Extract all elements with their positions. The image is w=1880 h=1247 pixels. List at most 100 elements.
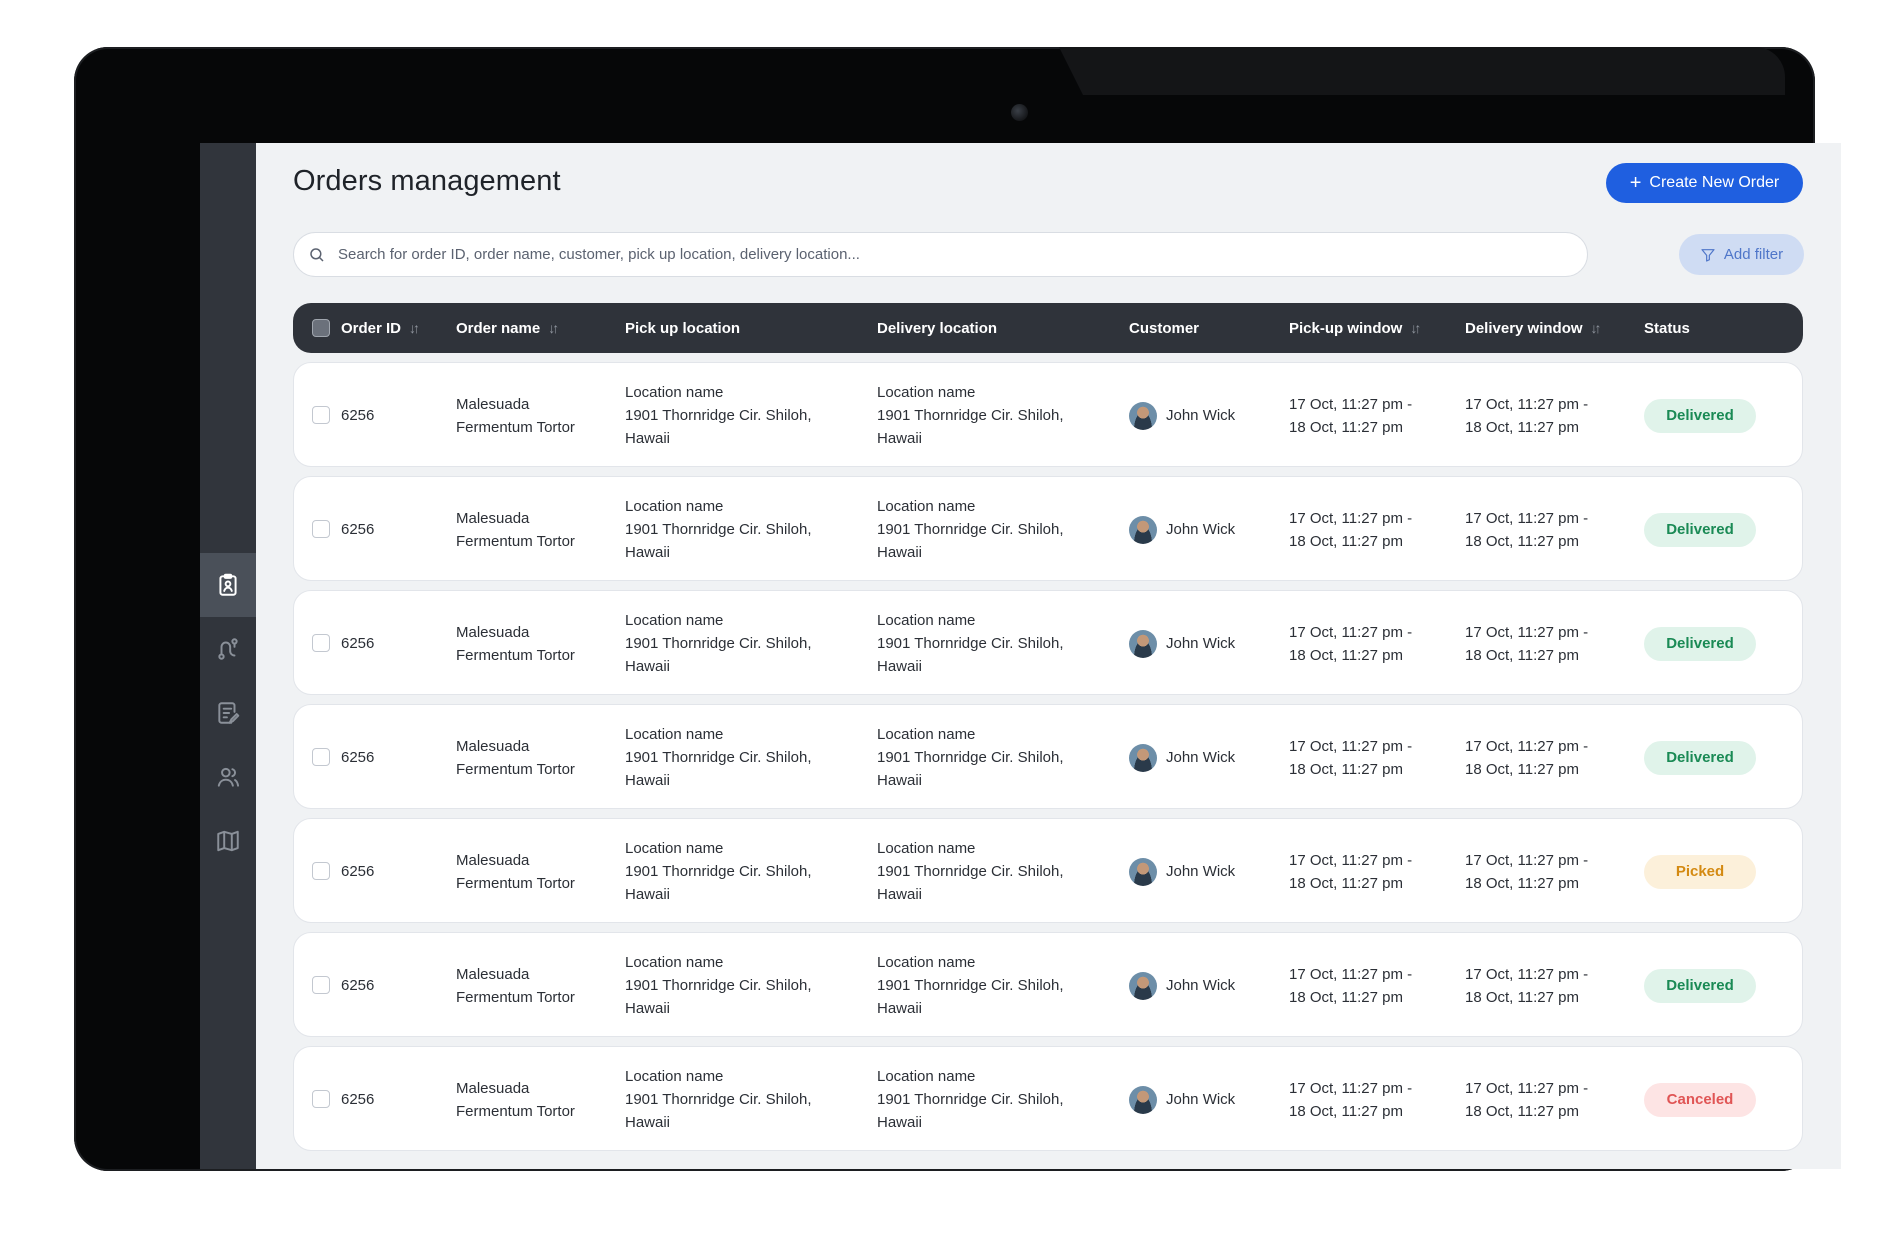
pickup-window-cell: 17 Oct, 11:27 pm - 18 Oct, 11:27 pm xyxy=(1289,819,1412,924)
status-cell: Delivered xyxy=(1644,477,1756,582)
bezel-reflection xyxy=(1059,47,1785,95)
column-customer: Customer xyxy=(1129,303,1199,353)
app-screen: Orders management + Create New Order Add… xyxy=(200,143,1841,1169)
location-address: 1901 Thornridge Cir. Shiloh, xyxy=(625,749,812,766)
window-end: 18 Oct, 11:27 pm xyxy=(1465,532,1579,550)
location-state: Hawaii xyxy=(877,430,923,447)
window-start: 17 Oct, 11:27 pm - xyxy=(1465,737,1589,755)
delivery-location-cell: Location name 1901 Thornridge Cir. Shilo… xyxy=(877,819,1064,924)
status-cell: Delivered xyxy=(1644,705,1756,810)
row-checkbox[interactable] xyxy=(312,634,330,652)
table-row[interactable]: 6256 Malesuada Fermentum Tortor Location… xyxy=(293,704,1803,809)
customer-name: John Wick xyxy=(1166,521,1236,538)
table-row[interactable]: 6256 Malesuada Fermentum Tortor Location… xyxy=(293,932,1803,1037)
customer-cell: John Wick xyxy=(1129,591,1235,696)
order-id: 6256 xyxy=(341,977,375,994)
order-name-cell: Malesuada Fermentum Tortor xyxy=(456,819,575,924)
location-name: Location name xyxy=(877,1068,976,1085)
table-row[interactable]: 6256 Malesuada Fermentum Tortor Location… xyxy=(293,818,1803,923)
sidebar-item-users[interactable] xyxy=(200,745,256,809)
plus-icon: + xyxy=(1629,172,1642,194)
sort-icon[interactable]: ↓↑ xyxy=(1410,320,1421,336)
sort-icon[interactable]: ↓↑ xyxy=(1591,320,1602,336)
window-start: 17 Oct, 11:27 pm - xyxy=(1289,737,1413,755)
sort-icon[interactable]: ↓↑ xyxy=(548,320,559,336)
row-checkbox[interactable] xyxy=(312,862,330,880)
delivery-location-cell: Location name 1901 Thornridge Cir. Shilo… xyxy=(877,705,1064,810)
sidebar-item-routes[interactable] xyxy=(200,617,256,681)
window-end: 18 Oct, 11:27 pm xyxy=(1465,874,1579,892)
window-start: 17 Oct, 11:27 pm - xyxy=(1465,851,1589,869)
location-state: Hawaii xyxy=(877,772,923,789)
delivery-window-cell: 17 Oct, 11:27 pm - 18 Oct, 11:27 pm xyxy=(1465,477,1588,582)
column-label: Pick up location xyxy=(625,319,741,337)
window-start: 17 Oct, 11:27 pm - xyxy=(1289,851,1413,869)
pickup-window-cell: 17 Oct, 11:27 pm - 18 Oct, 11:27 pm xyxy=(1289,477,1412,582)
route-icon xyxy=(218,638,238,660)
order-id-cell: 6256 xyxy=(341,705,374,810)
table-row[interactable]: 6256 Malesuada Fermentum Tortor Location… xyxy=(293,362,1803,467)
customer-cell: John Wick xyxy=(1129,1047,1235,1152)
row-checkbox[interactable] xyxy=(312,1090,330,1108)
pickup-window-cell: 17 Oct, 11:27 pm - 18 Oct, 11:27 pm xyxy=(1289,933,1412,1038)
sort-icon[interactable]: ↓↑ xyxy=(409,320,420,336)
order-name-line: Fermentum Tortor xyxy=(456,418,575,436)
table-header: Order ID ↓↑ Order name ↓↑ Pick up locati… xyxy=(293,303,1803,353)
sidebar-item-orders[interactable] xyxy=(200,553,256,617)
row-checkbox[interactable] xyxy=(312,520,330,538)
create-new-order-button[interactable]: + Create New Order xyxy=(1606,163,1803,203)
location-state: Hawaii xyxy=(877,544,923,561)
delivery-location-cell: Location name 1901 Thornridge Cir. Shilo… xyxy=(877,591,1064,696)
sidebar-item-map[interactable] xyxy=(200,809,256,873)
location-address: 1901 Thornridge Cir. Shiloh, xyxy=(625,407,812,424)
location-name: Location name xyxy=(877,840,976,857)
main-content: Orders management + Create New Order Add… xyxy=(256,143,1841,1169)
column-status: Status xyxy=(1644,303,1690,353)
location-state: Hawaii xyxy=(625,1000,671,1017)
location-name: Location name xyxy=(625,726,724,743)
status-badge: Delivered xyxy=(1644,398,1756,433)
table-row[interactable]: 6256 Malesuada Fermentum Tortor Location… xyxy=(293,476,1803,581)
pickup-location-cell: Location name 1901 Thornridge Cir. Shilo… xyxy=(625,363,812,468)
delivery-window-cell: 17 Oct, 11:27 pm - 18 Oct, 11:27 pm xyxy=(1465,705,1588,810)
pickup-location-cell: Location name 1901 Thornridge Cir. Shilo… xyxy=(625,1047,812,1152)
column-order-name[interactable]: Order name ↓↑ xyxy=(456,303,559,353)
location-name: Location name xyxy=(625,954,724,971)
search-input[interactable] xyxy=(338,246,1538,263)
row-checkbox[interactable] xyxy=(312,406,330,424)
window-end: 18 Oct, 11:27 pm xyxy=(1289,874,1403,892)
customer-name: John Wick xyxy=(1166,863,1236,880)
sidebar-item-documents[interactable] xyxy=(200,681,256,745)
column-order-id[interactable]: Order ID ↓↑ xyxy=(341,303,420,353)
location-address: 1901 Thornridge Cir. Shiloh, xyxy=(625,635,812,652)
page-title: Orders management xyxy=(293,165,561,197)
order-id: 6256 xyxy=(341,521,375,538)
status-badge: Canceled xyxy=(1644,1082,1756,1117)
column-delivery-window[interactable]: Delivery window ↓↑ xyxy=(1465,303,1602,353)
location-address: 1901 Thornridge Cir. Shiloh, xyxy=(625,1091,812,1108)
order-name-line: Malesuada xyxy=(456,1079,530,1097)
location-name: Location name xyxy=(877,612,976,629)
add-filter-button[interactable]: Add filter xyxy=(1679,234,1804,275)
select-all-checkbox[interactable] xyxy=(312,319,330,337)
location-state: Hawaii xyxy=(625,886,671,903)
edit-document-icon xyxy=(218,702,240,724)
column-label: Order name xyxy=(456,319,541,337)
pickup-window-cell: 17 Oct, 11:27 pm - 18 Oct, 11:27 pm xyxy=(1289,363,1412,468)
column-pickup-window[interactable]: Pick-up window ↓↑ xyxy=(1289,303,1421,353)
column-label: Delivery location xyxy=(877,319,998,337)
location-name: Location name xyxy=(625,384,724,401)
row-checkbox[interactable] xyxy=(312,748,330,766)
row-checkbox[interactable] xyxy=(312,976,330,994)
location-name: Location name xyxy=(625,840,724,857)
status-cell: Canceled xyxy=(1644,1047,1756,1152)
table-row[interactable]: 6256 Malesuada Fermentum Tortor Location… xyxy=(293,1046,1803,1151)
order-id-cell: 6256 xyxy=(341,591,374,696)
customer-cell: John Wick xyxy=(1129,363,1235,468)
delivery-location-cell: Location name 1901 Thornridge Cir. Shilo… xyxy=(877,363,1064,468)
window-end: 18 Oct, 11:27 pm xyxy=(1289,760,1403,778)
table-row[interactable]: 6256 Malesuada Fermentum Tortor Location… xyxy=(293,590,1803,695)
order-name-cell: Malesuada Fermentum Tortor xyxy=(456,705,575,810)
order-id: 6256 xyxy=(341,1091,375,1108)
column-pickup-location: Pick up location xyxy=(625,303,740,353)
